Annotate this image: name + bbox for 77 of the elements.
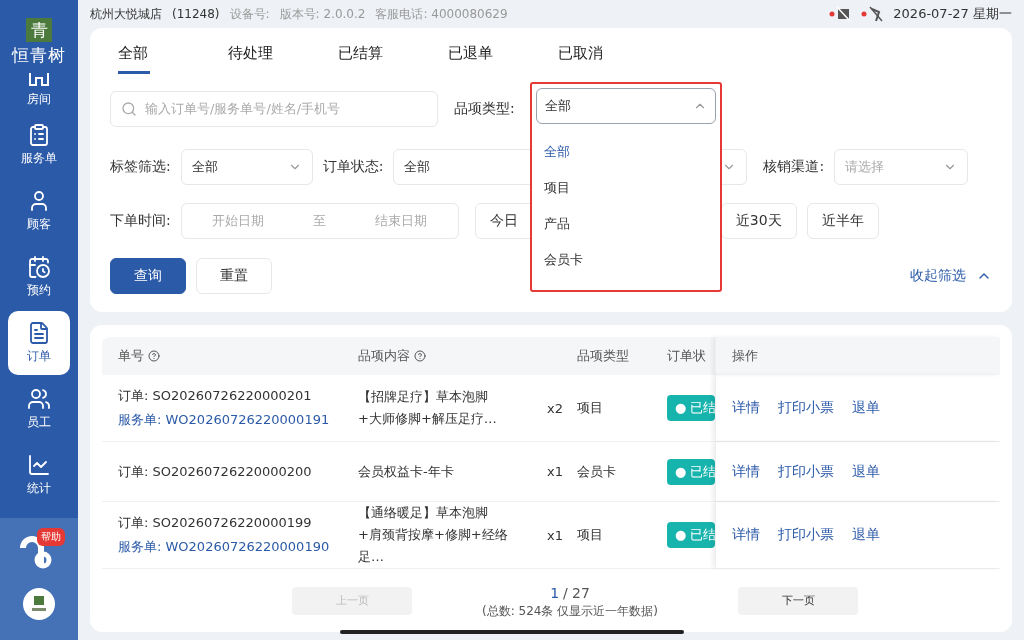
dropdown-option[interactable]: 产品 (536, 206, 716, 242)
filter-label: 品项类型: (454, 100, 515, 118)
status-tab[interactable]: 全部 (118, 28, 228, 78)
next-page-button[interactable]: 下一页 (738, 586, 858, 615)
clipboard-icon (27, 123, 51, 147)
column-header: 操作 (715, 337, 1000, 375)
filter-label: 核销渠道: (763, 158, 825, 176)
quantity: x1 (547, 464, 563, 479)
reset-button[interactable]: 重置 (196, 258, 272, 294)
column-header: 品项内容 (358, 337, 528, 375)
dropdown-option[interactable]: 项目 (536, 170, 716, 206)
chart-icon (27, 453, 51, 477)
version-label: 版本号: 2.0.0.2 (279, 5, 366, 23)
column-header: 单号 (102, 337, 358, 375)
quantity: x2 (547, 400, 563, 416)
item-content: 【招牌足疗】草本泡脚+大师修脚+解压足疗… (358, 388, 498, 428)
hotline-label: 客服电话: 4000080629 (375, 5, 508, 23)
help-icon[interactable] (414, 350, 426, 362)
page-summary: (总数: 524条 仅显示近一年数据) (482, 603, 658, 620)
service-number-link[interactable]: 服务单: WO20260726220000190 (118, 538, 358, 556)
action-link[interactable]: 退单 (852, 462, 880, 481)
device-label: 设备号: (229, 5, 270, 23)
door-icon (28, 70, 50, 88)
order-number: 订单: SO20260726220000201 (118, 387, 313, 405)
document-icon (27, 321, 51, 345)
query-button[interactable]: 查询 (110, 258, 186, 294)
search-icon (121, 101, 137, 117)
calendar-clock-icon (27, 255, 51, 279)
item-type: 项目 (577, 399, 604, 417)
brand-name: 恒青树 (12, 44, 66, 67)
status-tab[interactable]: 待处理 (228, 28, 338, 78)
nav-item[interactable]: 员工 (8, 377, 70, 441)
store-name: 杭州大悦城店 (90, 5, 162, 23)
order-number: 订单: SO20260726220000199 (118, 514, 313, 532)
status-tab[interactable]: 已结算 (338, 28, 448, 78)
action-link[interactable]: 打印小票 (778, 399, 834, 417)
filter-label: 标签筛选: (110, 158, 171, 176)
nav-item[interactable]: 顾客 (8, 179, 70, 243)
status-tab[interactable]: 已取消 (558, 28, 668, 78)
collapse-filter-link[interactable]: 收起筛选 (910, 267, 966, 285)
status-tab[interactable]: 已退单 (448, 28, 558, 78)
avatar-icon[interactable] (23, 588, 55, 620)
range-button[interactable]: 近半年 (806, 203, 879, 239)
date-time: 2026-07-27 星期一 (893, 5, 1012, 23)
action-link[interactable]: 详情 (732, 526, 760, 544)
nav-item[interactable]: 订单 (8, 311, 70, 375)
column-header: 品项类型 (576, 347, 630, 365)
action-link[interactable]: 退单 (852, 526, 880, 544)
item-content: 【通络暖足】草本泡脚+肩颈背按摩+修脚+经络足… (358, 504, 509, 566)
item-type-select[interactable]: 全部 (536, 88, 716, 124)
page-indicator: 1 / 27 (550, 585, 590, 601)
dropdown-option[interactable]: 全部 (536, 134, 716, 170)
item-content: 会员权益卡-年卡 (358, 462, 455, 481)
order-number: 订单: SO20260726220000200 (118, 462, 313, 481)
action-link[interactable]: 打印小票 (778, 462, 834, 481)
filter-label: 下单时间: (110, 212, 171, 230)
users-icon (27, 387, 51, 411)
nav-item[interactable]: 统计 (8, 443, 70, 507)
quantity: x1 (547, 527, 563, 543)
item-type: 项目 (577, 526, 604, 544)
tag-select[interactable]: 全部 (180, 149, 313, 185)
service-number-link[interactable]: 服务单: WO20260726220000191 (118, 411, 358, 429)
logo-mark: 青 (26, 18, 52, 42)
nav-item[interactable]: 预约 (8, 245, 70, 309)
item-type: 会员卡 (577, 462, 617, 481)
nav-item[interactable]: 房间 (8, 67, 70, 111)
nav-item[interactable]: 服务单 (8, 113, 70, 177)
action-link[interactable]: 退单 (852, 399, 880, 417)
action-link[interactable]: 详情 (732, 462, 760, 481)
filter-label: 订单状态: (322, 158, 384, 176)
store-code: (11248) (172, 7, 220, 21)
dropdown-option[interactable]: 会员卡 (536, 242, 716, 278)
action-link[interactable]: 详情 (732, 399, 760, 417)
help-badge: 帮助 (37, 528, 65, 546)
action-link[interactable]: 打印小票 (778, 526, 834, 544)
help-icon[interactable] (148, 350, 160, 362)
column-header: 订单状 (666, 347, 707, 365)
